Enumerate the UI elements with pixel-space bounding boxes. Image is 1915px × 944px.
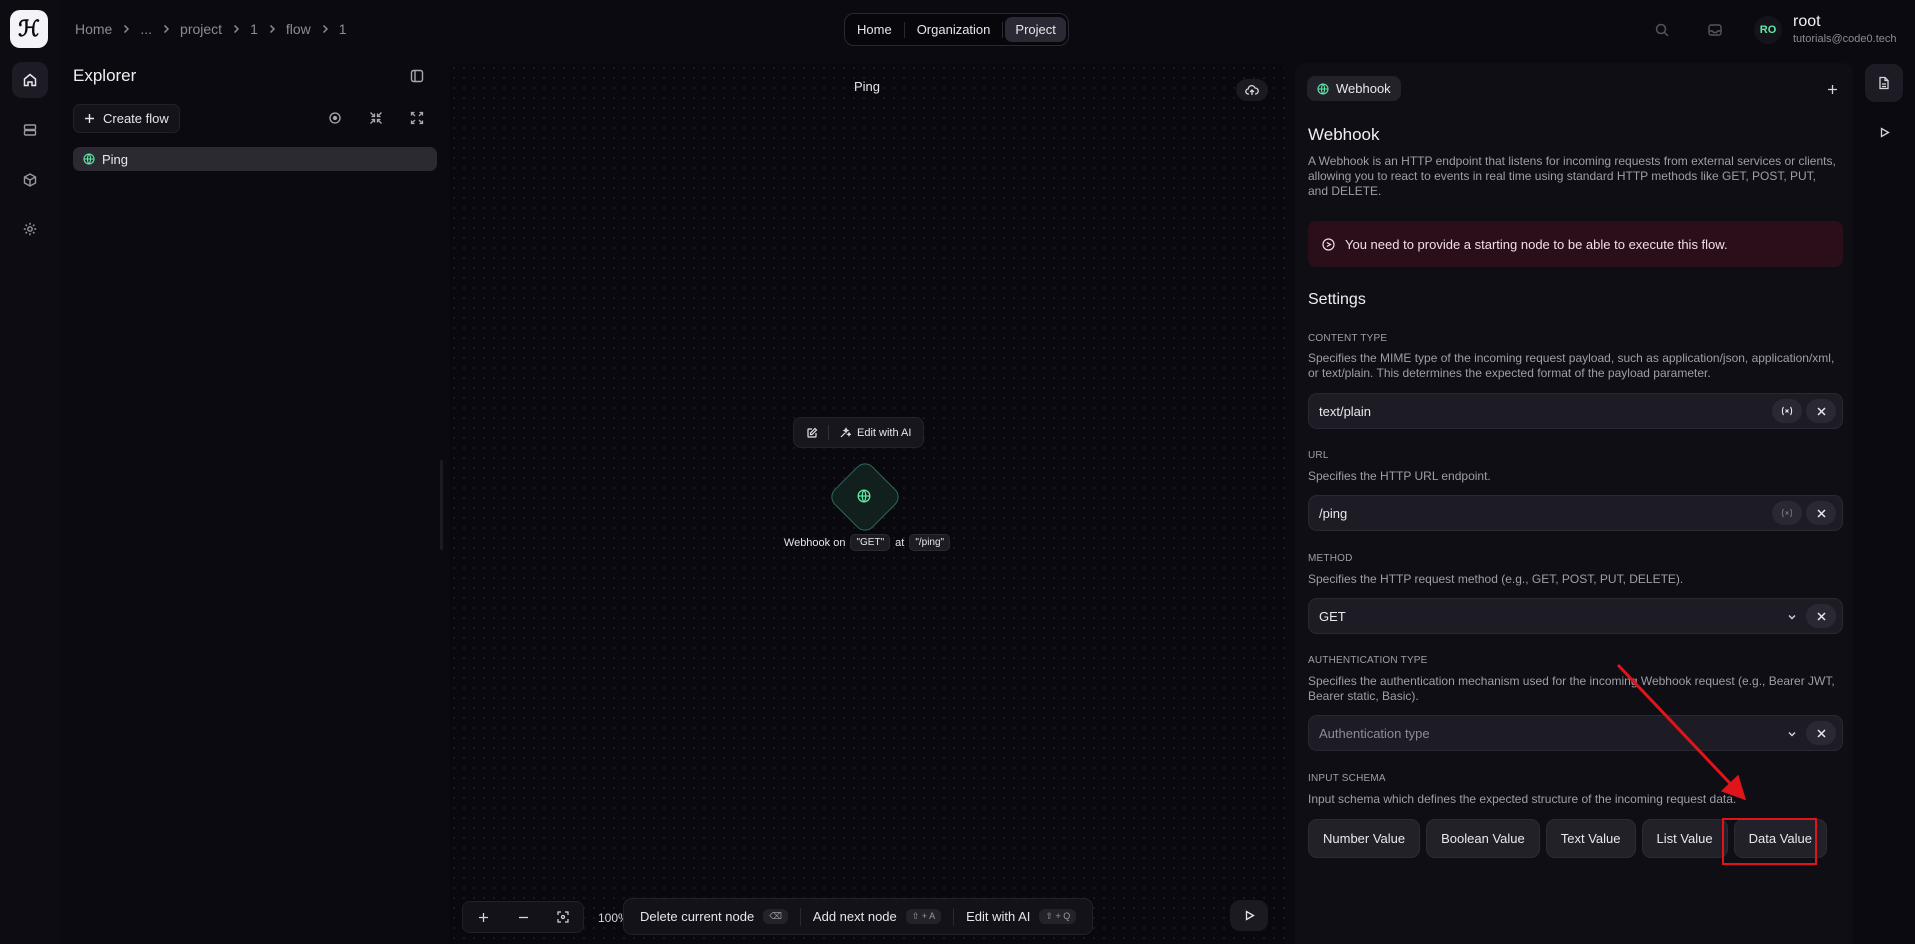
annotation-highlight-box: [1722, 818, 1817, 865]
annotation-arrow: [1616, 663, 1747, 801]
